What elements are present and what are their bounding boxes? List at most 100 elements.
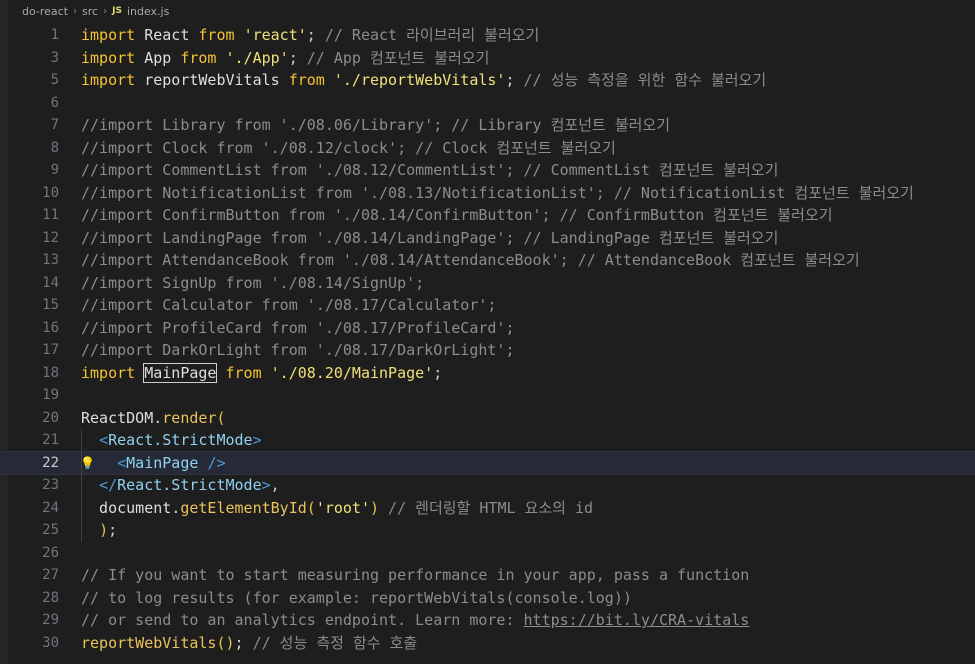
- code-line[interactable]: 13 //import AttendanceBook from './08.14/…: [0, 249, 975, 272]
- line-number: 5: [50, 72, 59, 88]
- code-token: getElementById: [180, 498, 307, 517]
- code-lines[interactable]: 1 import React from 'react'; // React 라이브…: [0, 24, 975, 654]
- line-number: 30: [42, 634, 59, 651]
- code-line[interactable]: 10 //import NotificationList from './08.1…: [0, 182, 975, 205]
- code-line[interactable]: 19: [0, 384, 975, 407]
- code-editor[interactable]: do-react › src › JS index.js 1 import Rea…: [0, 0, 975, 664]
- code-token: //import Clock from './08.12/clock'; // …: [81, 138, 616, 157]
- line-number: 25: [42, 522, 59, 538]
- code-token: <: [99, 431, 109, 449]
- chevron-right-icon: ›: [73, 5, 78, 17]
- code-line[interactable]: 26: [0, 542, 975, 565]
- code-token: ): [99, 521, 109, 539]
- code-token: .: [171, 498, 181, 517]
- code-token: (: [216, 408, 226, 427]
- code-text: // or send to an analytics endpoint. Lea…: [81, 609, 749, 632]
- code-token: (): [216, 633, 235, 652]
- code-text: //import Clock from './08.12/clock'; // …: [81, 137, 616, 160]
- code-token: ): [370, 498, 380, 517]
- code-line[interactable]: 8 //import Clock from './08.12/clock'; //…: [0, 137, 975, 160]
- vertical-scrollbar[interactable]: [961, 22, 975, 664]
- line-number: 1: [50, 27, 59, 43]
- code-text: //import Calculator from './08.17/Calcul…: [81, 294, 496, 317]
- line-number: 16: [42, 319, 59, 336]
- code-line[interactable]: 12 //import LandingPage from './08.14/Lan…: [0, 227, 975, 250]
- code-line[interactable]: 22 💡 <MainPage />: [0, 450, 975, 475]
- line-number: 7: [50, 117, 59, 133]
- code-token: reportWebVitals: [81, 633, 217, 652]
- code-line[interactable]: 14 //import SignUp from './08.14/SignUp';: [0, 272, 975, 295]
- code-line[interactable]: 15 //import Calculator from './08.17/Calc…: [0, 294, 975, 317]
- line-number: 10: [42, 184, 59, 201]
- code-line[interactable]: 17 //import DarkOrLight from './08.17/Dar…: [0, 339, 975, 362]
- code-token: //import DarkOrLight from './08.17/DarkO…: [81, 341, 515, 359]
- code-token: .: [153, 408, 163, 427]
- code-text: </React.StrictMode>,: [81, 474, 280, 497]
- code-text: //import AttendanceBook from './08.14/At…: [81, 249, 860, 272]
- code-token: document: [81, 498, 172, 517]
- code-line[interactable]: 1 import React from 'react'; // React 라이브…: [0, 24, 975, 47]
- line-number: 14: [42, 274, 59, 291]
- code-token: // or send to an analytics endpoint. Lea…: [81, 611, 524, 629]
- code-token: MainPage: [126, 453, 199, 472]
- code-token: from: [288, 71, 325, 89]
- code-text: //import LandingPage from './08.14/Landi…: [81, 227, 778, 250]
- code-token: // React 라이브러리 불러오기: [315, 26, 540, 44]
- line-number: 11: [42, 207, 59, 223]
- code-token: import: [81, 48, 136, 67]
- code-token: <: [117, 453, 127, 472]
- code-token: './08.20/MainPage': [270, 363, 434, 382]
- code-token: //import CommentList from './08.12/Comme…: [81, 161, 779, 179]
- code-line[interactable]: 20 ReactDOM.render(: [0, 407, 975, 430]
- code-line[interactable]: 24 document.getElementById('root') // 렌더…: [0, 497, 975, 520]
- code-link[interactable]: https://bit.ly/CRA-vitals: [524, 611, 750, 629]
- code-line[interactable]: 25 );: [0, 519, 975, 542]
- line-number: 15: [42, 297, 59, 313]
- code-token: MainPage: [143, 362, 218, 383]
- code-line[interactable]: 7 //import Library from './08.06/Library'…: [0, 114, 975, 137]
- breadcrumb-folder[interactable]: src: [82, 5, 98, 18]
- code-token: React.StrictMode: [108, 431, 253, 449]
- code-line[interactable]: 30 reportWebVitals(); // 성능 측정 함수 호출: [0, 632, 975, 655]
- code-token: from: [225, 363, 262, 382]
- code-line[interactable]: 11 //import ConfirmButton from './08.14/C…: [0, 204, 975, 227]
- code-token: // 성능 측정을 위한 함수 불러오기: [514, 71, 767, 89]
- code-line[interactable]: 29 // or send to an analytics endpoint. L…: [0, 609, 975, 632]
- code-token: reportWebVitals: [135, 71, 289, 89]
- code-line[interactable]: 6: [0, 92, 975, 115]
- code-line[interactable]: 23 </React.StrictMode>,: [0, 474, 975, 497]
- code-line[interactable]: 5 import reportWebVitals from './reportWe…: [0, 69, 975, 92]
- code-token: from: [198, 26, 235, 44]
- line-number: 3: [50, 49, 59, 66]
- code-text: reportWebVitals(); // 성능 측정 함수 호출: [81, 632, 417, 655]
- code-line[interactable]: 3 import App from './App'; // App 컴포넌트 불러…: [0, 47, 975, 70]
- code-text: //import ProfileCard from './08.17/Profi…: [81, 317, 514, 340]
- code-token: (: [306, 498, 316, 517]
- line-number: 9: [50, 162, 59, 178]
- code-line[interactable]: 27 // If you want to start measuring perf…: [0, 564, 975, 587]
- code-token: ;: [306, 26, 316, 44]
- code-token: ;: [234, 633, 244, 652]
- code-token: >: [261, 476, 271, 494]
- code-line[interactable]: 21 <React.StrictMode>: [0, 429, 975, 452]
- code-line[interactable]: 16 //import ProfileCard from './08.17/Pro…: [0, 317, 975, 340]
- code-token: // If you want to start measuring perfor…: [81, 566, 750, 584]
- breadcrumb-file[interactable]: index.js: [127, 5, 169, 18]
- code-token: //import Calculator from './08.17/Calcul…: [81, 296, 497, 314]
- code-token: App: [135, 48, 181, 67]
- code-line[interactable]: 28 // to log results (for example: report…: [0, 587, 975, 610]
- code-line[interactable]: 18 import MainPage from './08.20/MainPage…: [0, 362, 975, 385]
- code-text: );: [81, 519, 117, 542]
- code-token: React.StrictMode: [117, 476, 262, 494]
- chevron-right-icon: ›: [103, 5, 108, 17]
- code-line[interactable]: 9 //import CommentList from './08.12/Comm…: [0, 159, 975, 182]
- line-number: 26: [42, 544, 59, 561]
- line-number: 6: [50, 94, 59, 111]
- breadcrumb-project[interactable]: do-react: [22, 5, 68, 18]
- code-text: // to log results (for example: reportWe…: [81, 587, 632, 610]
- code-token: React: [135, 26, 199, 44]
